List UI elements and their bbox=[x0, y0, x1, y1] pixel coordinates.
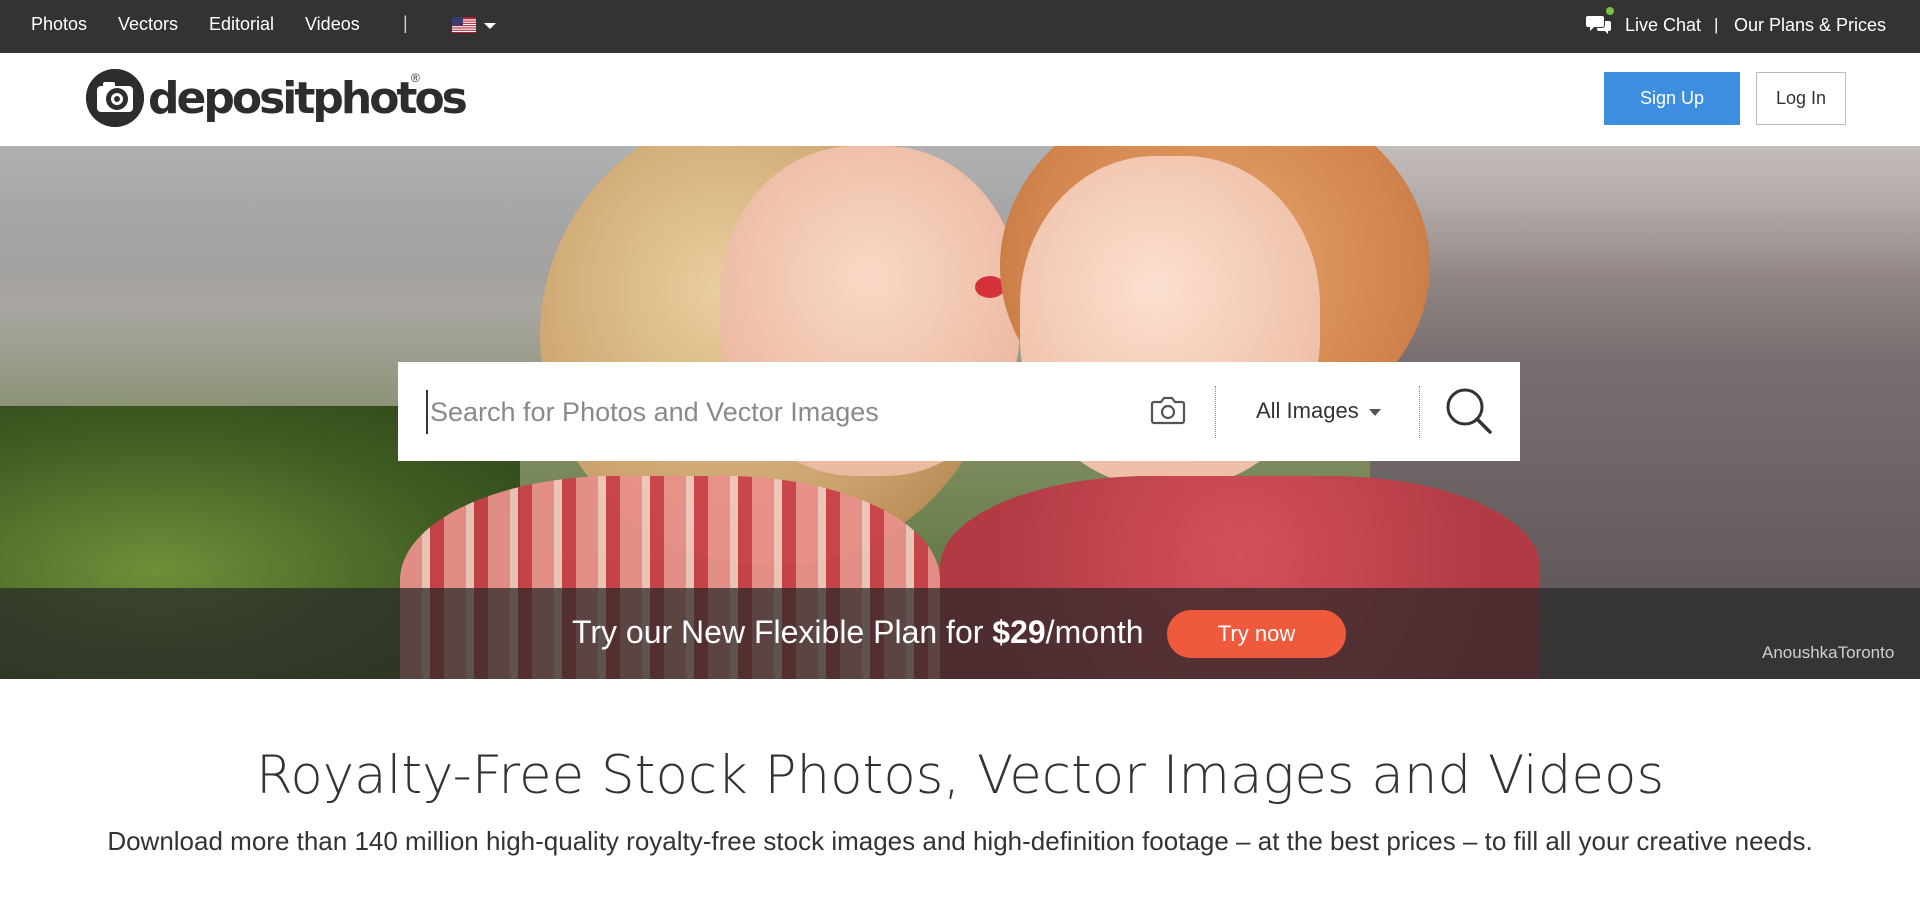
nav-photos[interactable]: Photos bbox=[31, 14, 87, 35]
category-select[interactable]: All Images bbox=[1256, 398, 1359, 424]
category-chevron-down-icon[interactable] bbox=[1369, 409, 1381, 416]
site-header: depositphotos ® Sign Up Log In bbox=[0, 53, 1920, 146]
top-bar: Photos Vectors Editorial Videos | Live C… bbox=[0, 0, 1920, 53]
photo-credit[interactable]: AnoushkaToronto bbox=[1762, 643, 1894, 663]
live-chat-icon[interactable] bbox=[1586, 13, 1612, 35]
topbar-pipe: | bbox=[1714, 15, 1719, 34]
nav-vectors[interactable]: Vectors bbox=[118, 14, 178, 35]
search-divider bbox=[1215, 386, 1216, 438]
promo-price: $29 bbox=[992, 614, 1046, 650]
try-now-button[interactable]: Try now bbox=[1167, 610, 1346, 658]
promo-text: Try our New Flexible Plan for $29/month bbox=[572, 614, 1144, 651]
search-divider bbox=[1419, 386, 1420, 438]
promo-suffix: /month bbox=[1045, 614, 1144, 650]
camera-logo-icon bbox=[86, 69, 144, 127]
nav-videos[interactable]: Videos bbox=[305, 14, 360, 35]
nav-editorial[interactable]: Editorial bbox=[209, 14, 274, 35]
language-chevron-down-icon[interactable] bbox=[484, 23, 496, 29]
search-input[interactable] bbox=[426, 390, 1106, 434]
live-chat-link[interactable]: Live Chat bbox=[1625, 15, 1701, 36]
page-title: Royalty-Free Stock Photos, Vector Images… bbox=[255, 745, 1665, 806]
online-status-dot bbox=[1606, 7, 1614, 15]
log-in-button[interactable]: Log In bbox=[1756, 72, 1846, 125]
us-flag-icon[interactable] bbox=[452, 17, 476, 33]
registered-mark: ® bbox=[411, 71, 420, 85]
sign-up-button[interactable]: Sign Up bbox=[1604, 72, 1740, 125]
camera-search-icon[interactable] bbox=[1150, 394, 1186, 426]
search-bar: All Images bbox=[398, 362, 1520, 461]
search-icon[interactable] bbox=[1444, 386, 1494, 436]
page-subtitle: Download more than 140 million high-qual… bbox=[107, 826, 1813, 856]
promo-prefix: Try our New Flexible Plan for bbox=[572, 614, 993, 650]
nav-separator: | bbox=[403, 13, 408, 33]
plans-prices-link[interactable]: Our Plans & Prices bbox=[1734, 15, 1886, 36]
